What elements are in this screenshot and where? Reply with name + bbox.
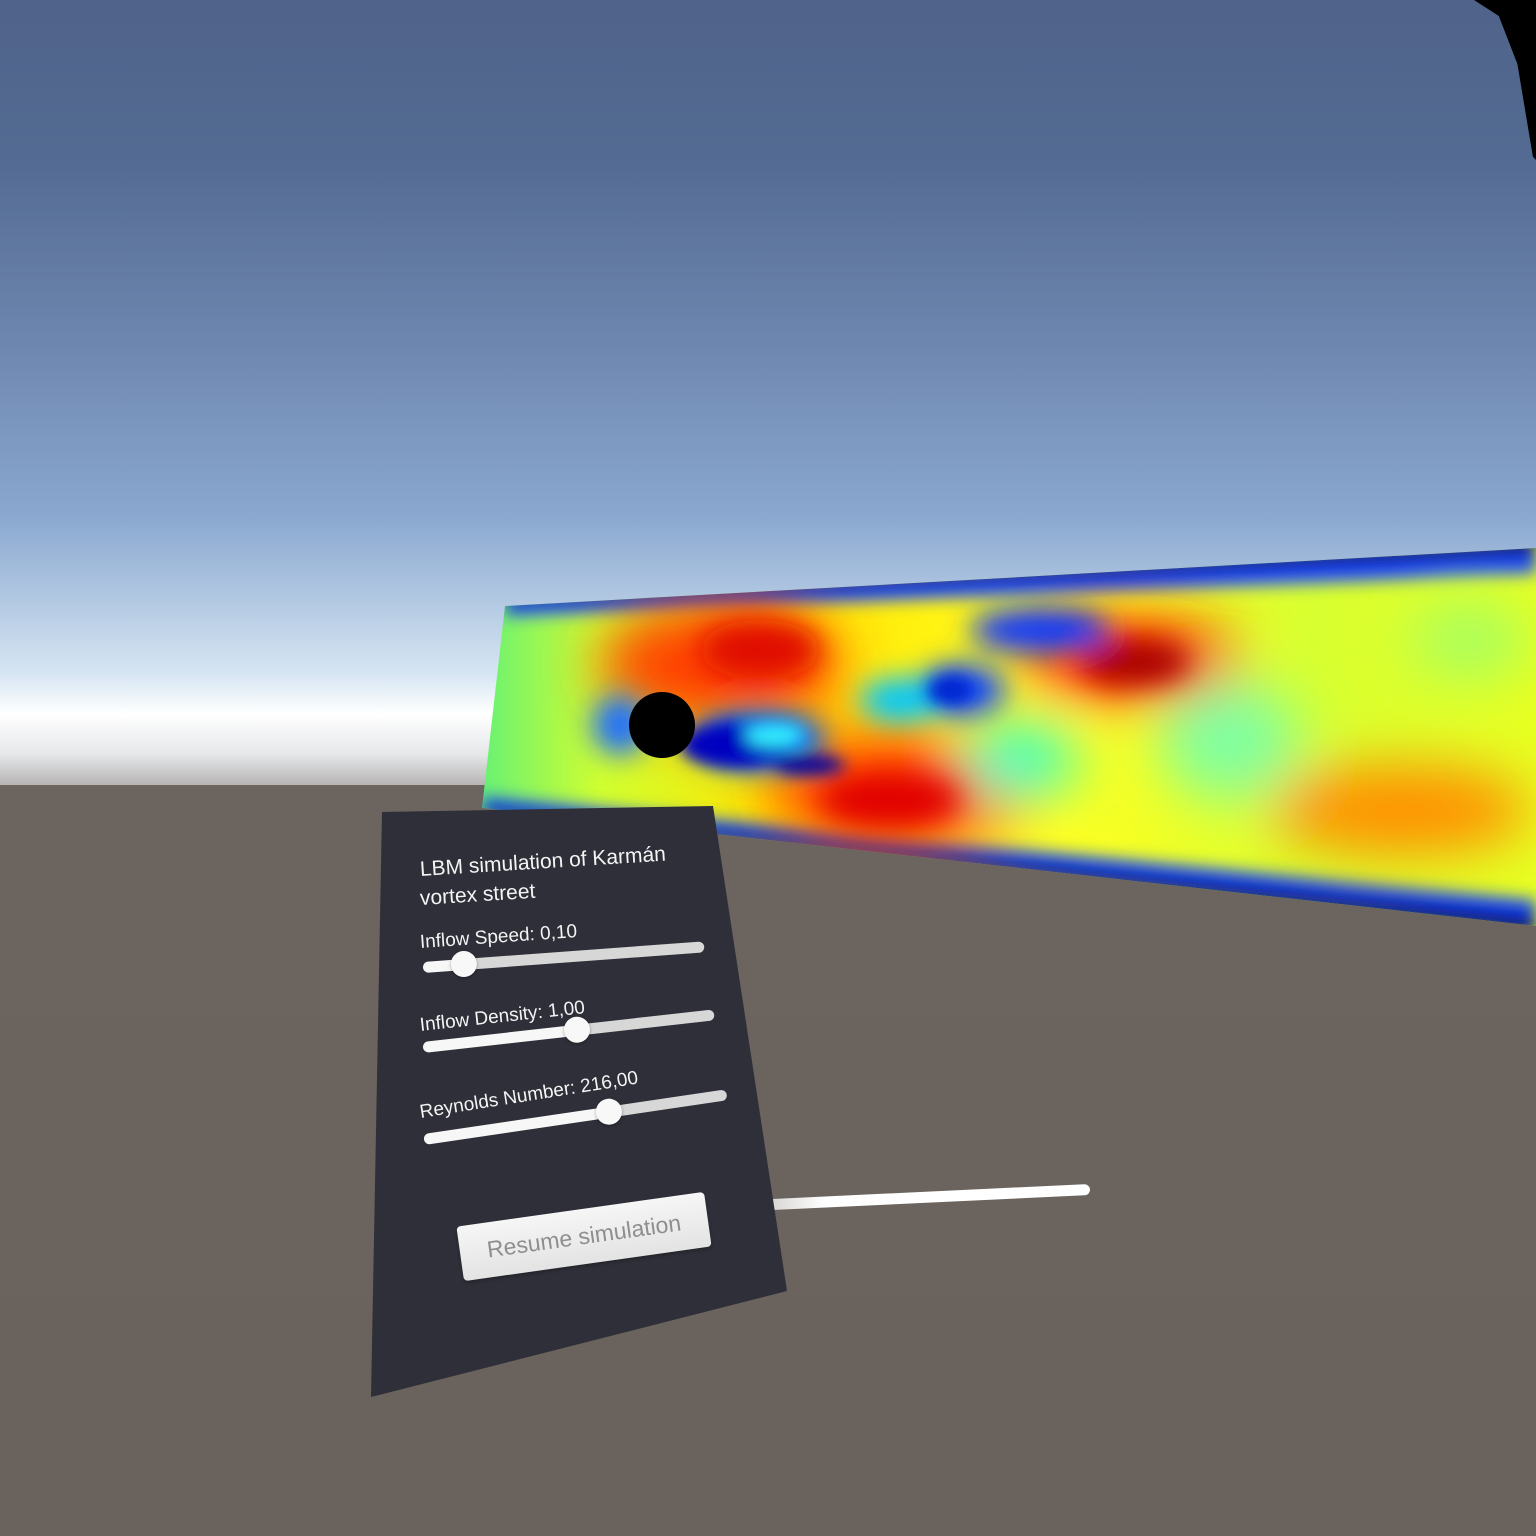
sky [0,0,1536,785]
vr-scene: LBM simulation of Karmán vortex street I… [0,0,1536,1536]
ground-plane [0,785,1536,1536]
